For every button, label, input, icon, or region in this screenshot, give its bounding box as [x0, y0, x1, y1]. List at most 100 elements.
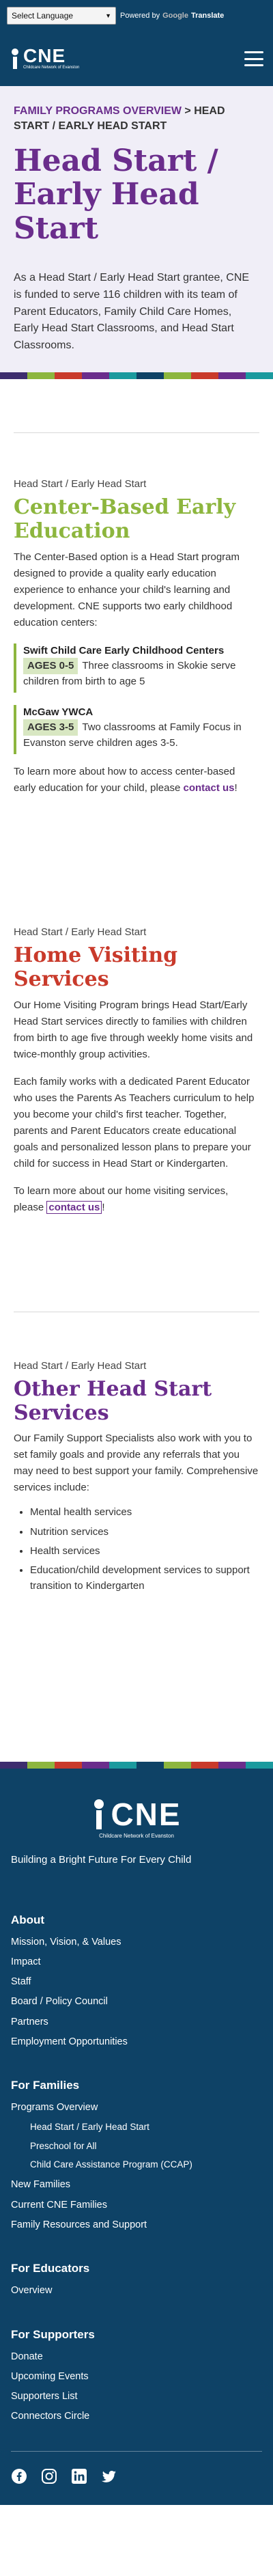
stripe-segment	[27, 1761, 55, 1769]
stripe-segment	[164, 372, 191, 379]
breadcrumb: FAMILY PROGRAMS OVERVIEW > HEAD START / …	[14, 104, 259, 133]
home-visiting-p1: Our Home Visiting Program brings Head St…	[14, 999, 253, 1060]
footer-heading-educators: For Educators	[11, 2262, 90, 2275]
footer-link[interactable]: Impact	[11, 1955, 262, 1969]
stripe-segment	[0, 1761, 27, 1769]
section-eyebrow: Head Start / Early Head Start	[14, 1359, 147, 1372]
footer-logo-subtext: Childcare Network of Evanston	[99, 1832, 174, 1839]
color-stripe	[0, 1761, 273, 1769]
twitter-icon[interactable]	[101, 2468, 117, 2484]
program-card: Swift Child Care Early Childhood Centers…	[14, 643, 259, 693]
stripe-segment	[82, 372, 109, 379]
footer-link[interactable]: Donate	[11, 2350, 262, 2364]
footer-sublink[interactable]: Preschool for All	[11, 2140, 262, 2153]
footer-heading-families: For Families	[11, 2079, 80, 2092]
list-item: Education/child development services to …	[30, 1562, 259, 1594]
section-eyebrow: Head Start / Early Head Start	[14, 926, 147, 938]
center-based-section: Head Start / Early Head Start Center-Bas…	[0, 433, 273, 810]
footer-link[interactable]: Overview	[11, 2284, 262, 2297]
stripe-segment	[191, 372, 218, 379]
home-visiting-section: Head Start / Early Head Start Home Visit…	[0, 913, 273, 1230]
stripe-segment	[55, 372, 82, 379]
stripe-segment	[218, 1761, 246, 1769]
page-title: Head Start / Early Head Start	[14, 143, 218, 246]
tagline: Building a Bright Future For Every Child	[11, 1853, 192, 1866]
powered-by-google: Powered by Google Translate	[120, 12, 224, 20]
menu-icon[interactable]	[244, 51, 263, 66]
other-services-body: Our Family Support Specialists also work…	[14, 1432, 259, 1494]
social-links	[11, 2468, 262, 2484]
stripe-segment	[109, 1761, 136, 1769]
color-stripe	[0, 372, 273, 379]
contact-us-link[interactable]: contact us	[46, 1200, 102, 1214]
list-item: Mental health services	[30, 1504, 259, 1520]
list-item: Nutrition services	[30, 1524, 259, 1540]
contact-us-link[interactable]: contact us	[183, 782, 234, 794]
logo-subtext: Childcare Network of Evanston	[23, 66, 80, 70]
footer-link[interactable]: Upcoming Events	[11, 2370, 262, 2383]
footer-link[interactable]: Board / Policy Council	[11, 1995, 262, 2008]
stripe-segment	[55, 1761, 82, 1769]
logo-text: CNE	[23, 45, 66, 67]
ages-badge: AGES 0-5	[23, 657, 78, 675]
section-eyebrow: Head Start / Early Head Start	[14, 477, 147, 490]
program-name: McGaw YWCA	[23, 706, 94, 718]
footer-sublink[interactable]: Head Start / Early Head Start	[11, 2121, 262, 2134]
google-logo: Google	[162, 12, 188, 20]
language-select[interactable]: Select Language ▼	[7, 7, 116, 25]
center-based-cta: To learn more about how to access center…	[14, 765, 238, 794]
translate-link[interactable]: Translate	[191, 12, 224, 20]
other-services-section: Head Start / Early Head Start Other Head…	[0, 1312, 273, 1611]
stripe-segment	[191, 1761, 218, 1769]
stripe-segment	[246, 372, 273, 379]
ages-badge: AGES 3-5	[23, 719, 78, 736]
program-name: Swift Child Care Early Childhood Centers	[23, 644, 225, 656]
footer-link[interactable]: Connectors Circle	[11, 2409, 262, 2423]
center-based-body: The Center-Based option is a Head Start …	[14, 551, 240, 628]
footer-link[interactable]: Current CNE Families	[11, 2198, 262, 2212]
stripe-segment	[246, 1761, 273, 1769]
stripe-segment	[27, 372, 55, 379]
footer-link[interactable]: Partners	[11, 2015, 262, 2029]
stripe-segment	[82, 1761, 109, 1769]
stripe-segment	[136, 1761, 164, 1769]
footer-heading-about: About	[11, 1913, 45, 1926]
footer-logo[interactable]: CNE Childcare Network of Evanston	[11, 1796, 262, 1839]
footer-logo-text: CNE	[111, 1796, 182, 1832]
footer-link[interactable]: New Families	[11, 2178, 262, 2191]
home-visiting-title: Home Visiting Services	[14, 943, 178, 992]
footer-heading-supporters: For Supporters	[11, 2327, 95, 2341]
powered-by-label: Powered by	[120, 12, 160, 20]
footer-link[interactable]: Mission, Vision, & Values	[11, 1935, 262, 1949]
center-based-title: Center-Based Early Education	[14, 495, 236, 544]
person-icon	[10, 49, 20, 69]
stripe-segment	[164, 1761, 191, 1769]
footer-link[interactable]: Supporters List	[11, 2390, 262, 2403]
list-item: Health services	[30, 1543, 259, 1559]
breadcrumb-family-programs[interactable]: FAMILY PROGRAMS OVERVIEW	[14, 105, 182, 117]
chevron-down-icon: ▼	[105, 12, 111, 19]
linkedin-icon[interactable]	[71, 2468, 87, 2484]
footer-link[interactable]: Family Resources and Support	[11, 2218, 262, 2232]
program-card: McGaw YWCA AGES 3-5 Two classrooms at Fam…	[14, 704, 259, 754]
home-visiting-p2: Each family works with a dedicated Paren…	[14, 1075, 255, 1169]
site-header: CNE Childcare Network of Evanston	[0, 31, 273, 86]
footer-link[interactable]: Employment Opportunities	[11, 2035, 262, 2049]
footer-sublink[interactable]: Child Care Assistance Program (CCAP)	[11, 2159, 262, 2172]
breadcrumb-separator: >	[181, 105, 195, 117]
language-select-label: Select Language	[12, 11, 74, 20]
divider	[11, 2450, 262, 2452]
translate-bar: Select Language ▼ Powered by Google Tran…	[0, 0, 273, 31]
footer-link[interactable]: Staff	[11, 1975, 262, 1989]
footer-link[interactable]: Programs Overview	[11, 2101, 262, 2114]
stripe-segment	[218, 372, 246, 379]
person-icon	[91, 1799, 106, 1829]
other-services-title: Other Head Start Services	[14, 1376, 212, 1425]
facebook-icon[interactable]	[11, 2468, 27, 2484]
stripe-segment	[0, 372, 27, 379]
instagram-icon[interactable]	[41, 2468, 57, 2484]
site-logo[interactable]: CNE Childcare Network of Evanston	[10, 46, 79, 70]
services-list: Mental health services Nutrition service…	[14, 1504, 259, 1594]
site-footer: CNE Childcare Network of Evanston Buildi…	[0, 1768, 273, 2505]
hero: FAMILY PROGRAMS OVERVIEW > HEAD START / …	[0, 86, 273, 372]
